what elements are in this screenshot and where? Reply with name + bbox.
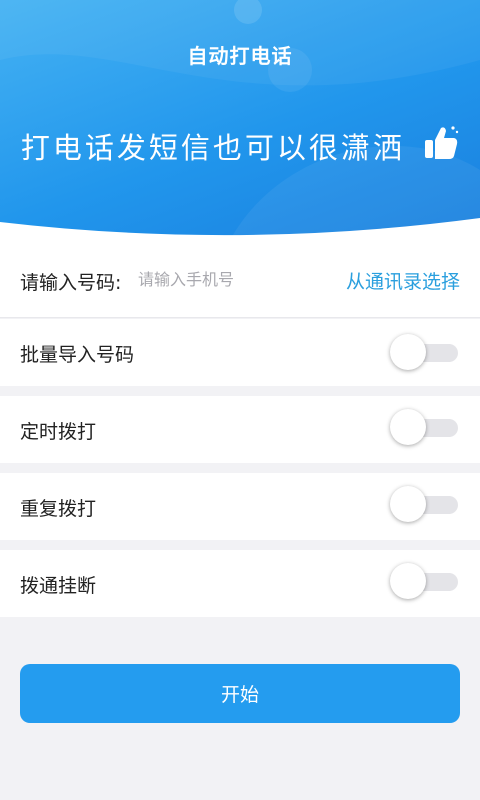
toggle-knob (390, 486, 426, 522)
start-button[interactable]: 开始 (20, 664, 460, 723)
repeat-dial-toggle[interactable] (390, 486, 460, 522)
phone-input[interactable] (138, 262, 328, 296)
scheduled-dial-toggle[interactable] (390, 409, 460, 445)
toggle-knob (390, 409, 426, 445)
option-label: 批量导入号码 (20, 344, 135, 366)
choose-from-contacts-link[interactable]: 从通讯录选择 (346, 267, 460, 294)
option-row-hangup-on-connect: 拨通挂断 (0, 550, 480, 617)
option-row-repeat-dial: 重复拨打 (0, 473, 480, 540)
option-row-batch-import: 批量导入号码 (0, 319, 480, 386)
page-title: 自动打电话 (187, 44, 293, 68)
banner-text: 打电话发短信也可以很潇洒 (20, 131, 405, 165)
phone-input-row: 请输入号码: 从通讯录选择 (0, 240, 480, 318)
option-label: 重复拨打 (20, 498, 97, 520)
phone-label: 请输入号码: (20, 272, 122, 294)
banner-slogan: 打电话发短信也可以很潇洒 (0, 124, 480, 169)
toggle-knob (390, 334, 426, 370)
batch-import-toggle[interactable] (390, 334, 460, 370)
option-label: 拨通挂断 (20, 575, 97, 597)
hangup-on-connect-toggle[interactable] (390, 563, 460, 599)
option-label: 定时拨打 (20, 421, 97, 443)
toggle-knob (390, 563, 426, 599)
option-row-scheduled-dial: 定时拨打 (0, 396, 480, 463)
header-wave-decoration (0, 0, 480, 240)
thumbs-up-icon (423, 124, 459, 169)
header-banner: 自动打电话 打电话发短信也可以很潇洒 (0, 0, 480, 240)
